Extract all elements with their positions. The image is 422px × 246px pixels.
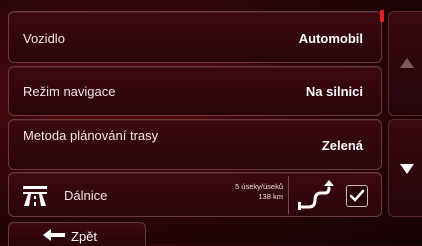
- navigation-mode-label: Režim navigace: [23, 84, 116, 99]
- highways-checkbox[interactable]: [346, 185, 368, 207]
- back-label: Zpět: [71, 229, 98, 244]
- vehicle-row[interactable]: Vozidlo Automobil: [8, 11, 382, 63]
- vehicle-value: Automobil: [298, 31, 363, 46]
- triangle-up-icon: [400, 58, 414, 68]
- checkmark-icon: [349, 189, 365, 202]
- navigation-mode-row[interactable]: Režim navigace Na silnici: [8, 66, 382, 116]
- vehicle-label: Vozidlo: [23, 31, 65, 46]
- arrow-left-icon: [43, 229, 65, 241]
- scroll-down-button[interactable]: [388, 119, 422, 217]
- route-method-row[interactable]: Metoda plánování trasy Zelená: [8, 119, 382, 170]
- triangle-down-icon: [400, 164, 414, 174]
- scroll-indicator: [380, 10, 384, 22]
- navigation-mode-value: Na silnici: [305, 84, 363, 99]
- route-method-value: Zelená: [321, 138, 363, 153]
- highways-segments: 5 úseky/úseků: [235, 182, 283, 191]
- highways-row[interactable]: Dálnice 5 úseky/úseků 138 km: [8, 172, 382, 217]
- route-method-label: Metoda plánování trasy: [23, 128, 159, 143]
- highway-icon: [23, 186, 47, 206]
- back-button[interactable]: Zpět: [8, 222, 146, 246]
- divider: [288, 176, 289, 214]
- highways-info: 5 úseky/úseků 138 km: [209, 182, 283, 202]
- scroll-up-button[interactable]: [388, 11, 422, 116]
- highways-label: Dálnice: [64, 188, 108, 203]
- route-icon[interactable]: [291, 176, 337, 214]
- highways-distance: 138 km: [258, 192, 283, 201]
